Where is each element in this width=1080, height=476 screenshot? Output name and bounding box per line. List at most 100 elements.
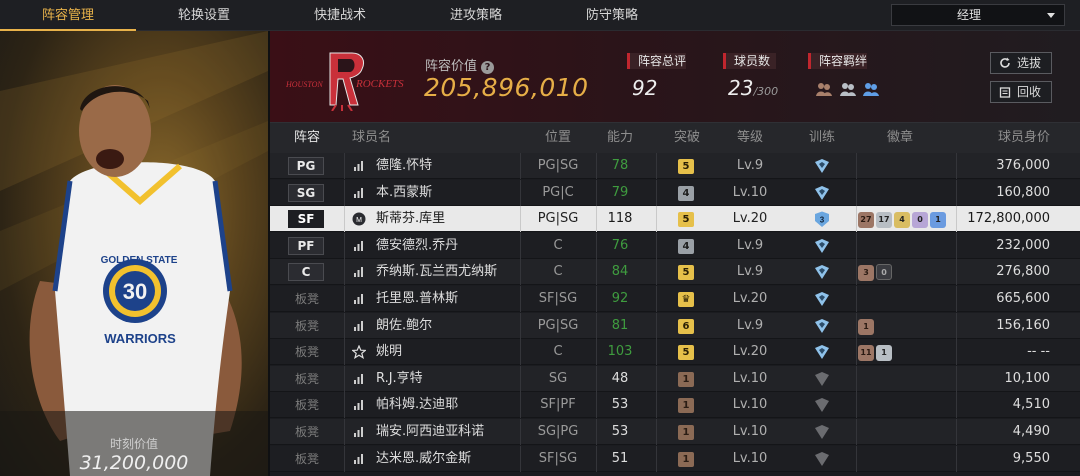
column-divider — [344, 232, 345, 259]
column-divider — [856, 445, 857, 472]
player-ability: 53 — [611, 424, 629, 439]
column-divider — [656, 286, 657, 312]
player-name[interactable]: 乔纳斯.瓦兰西尤纳斯 — [376, 259, 497, 285]
table-row[interactable]: 板凳 R.J.亨特 SG 48 1 Lv.10 10,100 — [270, 365, 1080, 392]
bars-icon — [354, 320, 363, 331]
header-breakthrough[interactable]: 突破 — [665, 123, 709, 153]
column-divider — [520, 445, 521, 472]
training-shield-icon — [815, 265, 829, 280]
tab-defense-strategy[interactable]: 防守策略 — [544, 0, 680, 31]
badge-bronze[interactable]: 11 — [858, 345, 874, 362]
position-slot-chip[interactable]: PF — [288, 236, 324, 255]
position-slot-chip[interactable]: SG — [288, 183, 324, 202]
header-ability[interactable]: 能力 — [595, 123, 645, 153]
badge-silver[interactable]: 17 — [876, 212, 892, 229]
lineup-value-label: 阵容价值? — [425, 55, 495, 74]
breakthrough-badge[interactable]: 5 — [678, 345, 694, 361]
header-lineup[interactable]: 阵容 — [270, 123, 344, 153]
breakthrough-badge[interactable]: 5 — [678, 159, 694, 174]
chemistry-blue-icon[interactable] — [862, 81, 880, 97]
training-shield-icon — [815, 292, 829, 306]
player-name[interactable]: R.J.亨特 — [376, 366, 423, 392]
table-row[interactable]: PG 德隆.怀特 PG|SG 78 5 Lv.9 376,000 — [270, 153, 1080, 179]
badge-purple[interactable]: 0 — [912, 212, 928, 229]
tab-lineup-management[interactable]: 阵容管理 — [0, 0, 136, 31]
table-row[interactable]: SG 本.西蒙斯 PG|C 79 4 Lv.10 160,800 — [270, 179, 1080, 206]
recycle-icon — [999, 87, 1011, 98]
column-divider — [856, 312, 857, 339]
breakthrough-badge[interactable]: 5 — [678, 265, 694, 281]
header-training[interactable]: 训练 — [800, 123, 844, 153]
tab-quick-tactics[interactable]: 快捷战术 — [272, 0, 408, 31]
table-row[interactable]: 板凳 朗佐.鲍尔 PG|SG 81 6 Lv.9 1 156,160 — [270, 312, 1080, 339]
player-level: Lv.20 — [732, 211, 768, 227]
player-name[interactable]: 达米恩.威尔金斯 — [376, 446, 471, 472]
header-position[interactable]: 位置 — [523, 123, 593, 153]
player-count: 23 — [728, 76, 754, 100]
recycle-button[interactable]: 回收 — [990, 81, 1052, 103]
badge-dark[interactable]: 0 — [876, 264, 892, 281]
breakthrough-badge[interactable]: 5 — [678, 212, 694, 228]
table-row[interactable]: SF M 斯蒂芬.库里 PG|SG 118 5 Lv.20 3 27 17 4 0 1 172,800,0… — [270, 206, 1080, 233]
table-row[interactable]: 板凳 托里恩.普林斯 SF|SG 92 ♛ Lv.20 665,600 — [270, 286, 1080, 312]
player-name[interactable]: 朗佐.鲍尔 — [376, 313, 432, 339]
badge-bronze[interactable]: 27 — [858, 212, 874, 229]
breakthrough-badge[interactable]: ♛ — [678, 292, 694, 307]
breakthrough-badge[interactable]: 4 — [678, 238, 694, 254]
player-ability: 53 — [611, 397, 629, 413]
header-salary[interactable]: 球员身价 — [950, 123, 1050, 153]
breakthrough-badge[interactable]: 1 — [678, 451, 694, 467]
breakthrough-badge[interactable]: 1 — [678, 371, 694, 387]
position-slot-chip[interactable]: PG — [288, 157, 324, 175]
table-row[interactable]: 板凳 瑞安.阿西迪亚科诺 SG|PG 53 1 Lv.10 4,490 — [270, 419, 1080, 445]
breakthrough-badge[interactable]: 4 — [678, 185, 694, 201]
bench-label: 板凳 — [294, 451, 319, 466]
player-portrait-panel[interactable]: GOLDEN STATE 30 WARRIORS 时刻价值 31,200,000 — [0, 31, 268, 476]
badge-silver[interactable]: 1 — [876, 345, 892, 362]
table-row[interactable]: 板凳 达米恩.威尔金斯 SF|SG 51 1 Lv.10 9,550 — [270, 445, 1080, 472]
table-row[interactable]: PF 德安德烈.乔丹 C 76 4 Lv.9 232,000 — [270, 232, 1080, 259]
player-name[interactable]: 托里恩.普林斯 — [376, 286, 458, 312]
player-ability: 103 — [607, 344, 633, 360]
player-name[interactable]: 帕科姆.达迪耶 — [376, 392, 458, 418]
table-row[interactable]: C 乔纳斯.瓦兰西尤纳斯 C 84 5 Lv.9 3 0 276,800 — [270, 259, 1080, 286]
player-ability: 76 — [611, 237, 629, 253]
position-slot-chip[interactable]: SF — [288, 210, 324, 229]
column-divider — [344, 392, 345, 419]
bench-label: 板凳 — [294, 398, 319, 413]
table-row[interactable]: 板凳 姚明 C 103 5 Lv.20 11 1 -- -- — [270, 339, 1080, 366]
player-name[interactable]: 瑞安.阿西迪亚科诺 — [376, 419, 484, 445]
player-name[interactable]: 斯蒂芬.库里 — [376, 206, 445, 232]
table-row[interactable]: 板凳 帕科姆.达迪耶 SF|PF 53 1 Lv.10 4,510 — [270, 392, 1080, 419]
breakthrough-badge[interactable]: 1 — [678, 425, 694, 440]
chemistry-silver-icon[interactable] — [839, 81, 857, 97]
header-name[interactable]: 球员名 — [352, 123, 391, 153]
player-ability: 48 — [611, 370, 629, 386]
select-button[interactable]: 选拔 — [990, 52, 1052, 74]
badge-bronze[interactable]: 1 — [858, 318, 874, 335]
badge-gold[interactable]: 4 — [894, 212, 910, 229]
breakthrough-badge[interactable]: 6 — [678, 318, 694, 334]
column-divider — [856, 259, 857, 286]
tab-rotation-settings[interactable]: 轮换设置 — [136, 0, 272, 31]
player-position: PG|C — [542, 184, 574, 200]
moment-value: 31,200,000 — [79, 452, 189, 474]
player-name[interactable]: 德安德烈.乔丹 — [376, 233, 458, 259]
column-divider — [656, 312, 657, 339]
badge-blue[interactable]: 1 — [930, 212, 946, 229]
position-slot-chip[interactable]: C — [288, 263, 324, 282]
breakthrough-badge[interactable]: 1 — [678, 398, 694, 414]
badge-bronze[interactable]: 3 — [858, 265, 874, 282]
tab-offense-strategy[interactable]: 进攻策略 — [408, 0, 544, 31]
chemistry-bronze-icon[interactable] — [815, 81, 833, 97]
player-name[interactable]: 德隆.怀特 — [376, 153, 432, 179]
header-level[interactable]: 等级 — [710, 123, 790, 153]
training-shield-icon — [815, 398, 829, 413]
bars-icon — [354, 187, 363, 198]
training-shield-icon — [815, 238, 829, 253]
column-divider — [344, 312, 345, 339]
role-dropdown[interactable]: 经理 — [891, 4, 1065, 26]
player-name[interactable]: 本.西蒙斯 — [376, 180, 432, 206]
player-name[interactable]: 姚明 — [376, 339, 402, 365]
header-badges[interactable]: 徽章 — [875, 123, 925, 153]
